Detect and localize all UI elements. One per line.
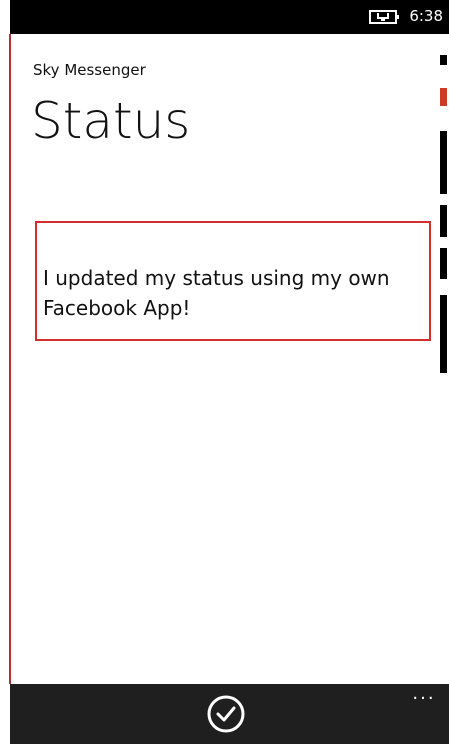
check-circle-icon[interactable] — [206, 694, 246, 734]
app-title: Sky Messenger — [33, 61, 146, 79]
side-indicator — [440, 205, 447, 237]
side-indicator — [440, 295, 447, 373]
page-title: Status — [31, 92, 191, 150]
status-input[interactable]: I updated my status using my own Faceboo… — [35, 221, 431, 341]
side-indicator — [440, 55, 447, 65]
more-button[interactable]: ... — [411, 684, 437, 704]
left-edge-accent — [9, 34, 11, 684]
clock: 6:38 — [409, 7, 443, 25]
side-indicator — [440, 248, 447, 279]
side-indicator — [440, 88, 447, 106]
application-bar: ... — [10, 684, 449, 744]
side-indicators — [440, 55, 449, 385]
side-indicator — [440, 131, 447, 194]
phone-screen: 6:38 Sky Messenger Status I updated my s… — [0, 0, 449, 744]
battery-charging-icon — [369, 10, 399, 24]
system-status-bar: 6:38 — [10, 0, 449, 34]
